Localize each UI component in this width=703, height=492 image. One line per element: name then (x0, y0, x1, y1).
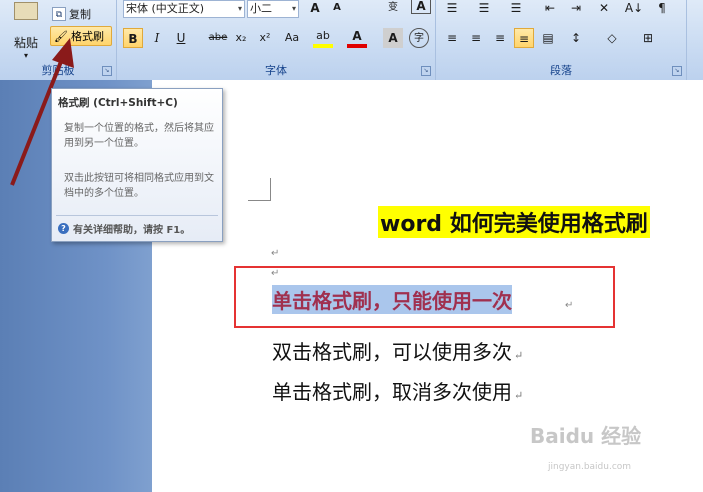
watermark-url: jingyan.baidu.com (548, 462, 632, 472)
paragraph-group-label: 段落 (550, 64, 572, 77)
dialog-launcher-icon[interactable]: ↘ (421, 66, 431, 76)
font-group: 宋体 (中文正文) ▾ 小二 ▾ A A 变 A B I U abe x₂ x² A… (117, 0, 436, 80)
line-spacing-icon[interactable]: ↕ (566, 28, 586, 48)
align-center-icon[interactable]: ≡ (466, 28, 486, 48)
margin-corner-mark (248, 178, 271, 201)
help-icon: ? (58, 223, 69, 234)
styles-group (687, 0, 703, 80)
copy-icon: ⧉ (52, 7, 66, 21)
ribbon: 粘贴 ▾ ⧉ 复制 🖌 格式刷 剪贴板 ↘ 宋体 (中文正文)▾ 小二▾ A A… (0, 0, 703, 81)
copy-button[interactable]: ⧉ 复制 (52, 6, 91, 22)
justify-icon[interactable]: ≡ (514, 28, 534, 48)
text-line[interactable]: 双击格式刷，可以使用多次 ↵ (272, 336, 523, 365)
paragraph-mark: ↵ (271, 248, 280, 259)
font-name-select[interactable]: 宋体 (中文正文) ▾ (123, 0, 245, 18)
numbering-icon[interactable]: ☰ (474, 0, 494, 18)
clipboard-icon (14, 2, 38, 20)
font-size-select[interactable]: 小二 ▾ (247, 0, 299, 18)
tooltip-desc-2: 双击此按钮可将相同格式应用到文档中的多个位置。 (64, 173, 214, 199)
shrink-font-icon[interactable]: A (327, 0, 347, 18)
subscript-button[interactable]: x₂ (231, 28, 251, 48)
font-group-label: 字体 (265, 64, 287, 77)
tooltip-separator (56, 215, 218, 216)
align-right-icon[interactable]: ≡ (490, 28, 510, 48)
bold-button[interactable]: B (123, 28, 143, 48)
tooltip-title: 格式刷 (Ctrl+Shift+C) (58, 97, 178, 109)
chevron-down-icon: ▾ (237, 4, 242, 13)
font-color-icon[interactable]: A (347, 28, 367, 48)
document-title: word 如何完美使用格式刷 (378, 206, 650, 238)
borders-icon[interactable]: ⊞ (638, 28, 658, 48)
grow-font-icon[interactable]: A (305, 0, 325, 18)
watermark-logo: Baidu 经验 (530, 424, 642, 448)
dialog-launcher-icon[interactable]: ↘ (672, 66, 682, 76)
bullets-icon[interactable]: ☰ (442, 0, 462, 18)
chevron-down-icon: ▾ (291, 4, 296, 13)
strikethrough-button[interactable]: abe (205, 28, 231, 48)
align-left-icon[interactable]: ≡ (442, 28, 462, 48)
underline-button[interactable]: U (171, 28, 191, 48)
chinese-layout-icon[interactable]: ✕ (594, 0, 614, 18)
show-marks-icon[interactable]: ¶ (652, 0, 672, 18)
char-border-icon[interactable]: A (411, 0, 431, 14)
format-painter-tooltip: 格式刷 (Ctrl+Shift+C) 复制一个位置的格式，然后将其应用到另一个位… (51, 88, 223, 242)
paragraph-group: ☰ ☰ ☰ ⇤ ⇥ ✕ A↓ ¶ ≡ ≡ ≡ ≡ ▤ ↕ ◇ ⊞ 段落 ↘ (436, 0, 687, 80)
decrease-indent-icon[interactable]: ⇤ (540, 0, 560, 18)
enclose-char-icon[interactable]: 字 (409, 28, 429, 48)
tooltip-desc-1: 复制一个位置的格式，然后将其应用到另一个位置。 (64, 123, 214, 149)
sort-icon[interactable]: A↓ (624, 0, 644, 18)
distributed-icon[interactable]: ▤ (538, 28, 558, 48)
tooltip-help: ? 有关详细帮助，请按 F1。 (58, 221, 190, 236)
italic-button[interactable]: I (147, 28, 167, 48)
clear-format-icon[interactable]: 变 (383, 0, 403, 18)
multilevel-list-icon[interactable]: ☰ (506, 0, 526, 18)
shading-icon[interactable]: ◇ (602, 28, 622, 48)
increase-indent-icon[interactable]: ⇥ (566, 0, 586, 18)
text-line[interactable]: 单击格式刷，取消多次使用 ↵ (272, 376, 523, 405)
char-shading-icon[interactable]: A (383, 28, 403, 48)
highlight-color-icon[interactable]: ab (313, 28, 333, 48)
superscript-button[interactable]: x² (255, 28, 275, 48)
change-case-button[interactable]: Aa (279, 28, 305, 48)
dialog-launcher-icon[interactable]: ↘ (102, 66, 112, 76)
highlight-box (234, 266, 615, 328)
